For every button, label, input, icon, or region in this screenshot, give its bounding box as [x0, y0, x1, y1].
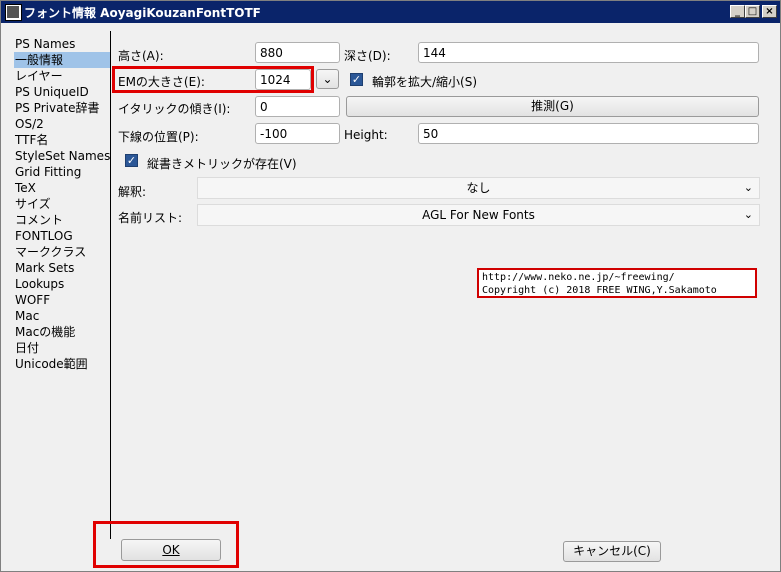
sidebar-item-ps-private[interactable]: PS Private辞書	[14, 100, 110, 116]
sidebar-item-lookups[interactable]: Lookups	[14, 276, 110, 292]
sidebar-item-mac[interactable]: Mac	[14, 308, 110, 324]
author-credit: http://www.neko.ne.jp/~freewing/ Copyrig…	[477, 268, 757, 298]
interpretation-label: 解釈:	[118, 185, 147, 199]
vertical-metrics-checkbox[interactable]: ✓	[125, 154, 138, 167]
namelist-label: 名前リスト:	[118, 211, 183, 225]
chevron-down-icon: ⌄	[743, 181, 753, 194]
sidebar-item-general[interactable]: 一般情報	[14, 52, 110, 68]
sidebar-item-layers[interactable]: レイヤー	[14, 68, 110, 84]
minimize-button[interactable]: _	[730, 5, 745, 18]
chevron-down-icon: ⌄	[743, 208, 753, 221]
app-icon	[5, 4, 22, 21]
sidebar-item-dates[interactable]: 日付	[14, 340, 110, 356]
sidebar-item-comment[interactable]: コメント	[14, 212, 110, 228]
font-info-window: フォント情報 AoyagiKouzanFontTOTF _ □ × PS Nam…	[0, 0, 781, 572]
sidebar-item-fontlog[interactable]: FONTLOG	[14, 228, 110, 244]
sidebar-item-styleset-names[interactable]: StyleSet Names	[14, 148, 110, 164]
title-bar[interactable]: フォント情報 AoyagiKouzanFontTOTF _ □ ×	[1, 1, 780, 23]
category-list: PS Names 一般情報 レイヤー PS UniqueID PS Privat…	[14, 36, 110, 372]
sidebar-item-ttf-names[interactable]: TTF名	[14, 132, 110, 148]
interpretation-value: なし	[466, 181, 491, 195]
underline-position-label: 下線の位置(P):	[118, 130, 199, 144]
sidebar-item-woff[interactable]: WOFF	[14, 292, 110, 308]
em-size-dropdown-button[interactable]: ⌄	[316, 69, 339, 89]
cancel-button[interactable]: キャンセル(C)	[563, 541, 661, 562]
pane-divider	[110, 31, 111, 539]
underline-position-input[interactable]	[255, 123, 340, 144]
credit-url: http://www.neko.ne.jp/~freewing/	[482, 272, 675, 283]
italic-angle-label: イタリックの傾き(I):	[118, 102, 231, 116]
sidebar-item-ps-uniqueid[interactable]: PS UniqueID	[14, 84, 110, 100]
sidebar-item-size[interactable]: サイズ	[14, 196, 110, 212]
scale-outlines-checkbox[interactable]: ✓	[350, 73, 363, 86]
scale-outlines-label: 輪郭を拡大/縮小(S)	[372, 75, 478, 89]
sidebar-item-tex[interactable]: TeX	[14, 180, 110, 196]
sidebar-item-os2[interactable]: OS/2	[14, 116, 110, 132]
sidebar-item-ps-names[interactable]: PS Names	[14, 36, 110, 52]
underline-height-input[interactable]	[418, 123, 759, 144]
maximize-button[interactable]: □	[745, 5, 760, 18]
sidebar-item-mark-sets[interactable]: Mark Sets	[14, 260, 110, 276]
sidebar-item-grid-fitting[interactable]: Grid Fitting	[14, 164, 110, 180]
chevron-down-icon: ⌄	[322, 72, 333, 86]
sidebar-item-mark-classes[interactable]: マーククラス	[14, 244, 110, 260]
guess-button[interactable]: 推測(G)	[346, 96, 759, 117]
em-size-highlight	[112, 66, 314, 93]
namelist-select[interactable]: AGL For New Fonts ⌄	[197, 204, 760, 226]
sidebar-item-mac-features[interactable]: Macの機能	[14, 324, 110, 340]
descent-input[interactable]	[418, 42, 759, 63]
descent-label: 深さ(D):	[344, 49, 391, 63]
interpretation-select[interactable]: なし ⌄	[197, 177, 760, 199]
window-title: フォント情報 AoyagiKouzanFontTOTF	[24, 6, 261, 20]
vertical-metrics-label: 縦書きメトリックが存在(V)	[147, 157, 297, 171]
ascent-input[interactable]	[255, 42, 340, 63]
ok-button-highlight	[93, 521, 239, 568]
italic-angle-input[interactable]	[255, 96, 340, 117]
underline-height-label: Height:	[344, 128, 388, 142]
ascent-label: 高さ(A):	[118, 49, 164, 63]
sidebar-item-unicode-ranges[interactable]: Unicode範囲	[14, 356, 110, 372]
close-button[interactable]: ×	[762, 5, 777, 18]
credit-copyright: Copyright (c) 2018 FREE WING,Y.Sakamoto	[482, 285, 717, 296]
namelist-value: AGL For New Fonts	[422, 208, 535, 222]
